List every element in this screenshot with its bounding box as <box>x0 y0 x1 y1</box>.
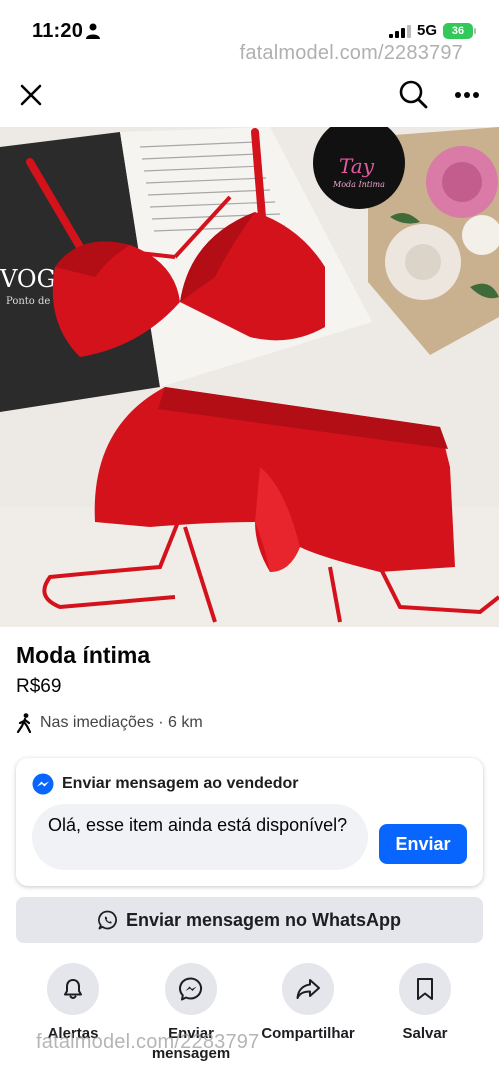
listing-location: Nas imediações · 6 km <box>16 713 203 733</box>
status-indicators: 5G 36 <box>388 22 476 39</box>
person-icon <box>86 23 100 39</box>
bell-icon <box>64 979 82 999</box>
send-button[interactable]: Enviar <box>379 824 467 864</box>
watermark-top: fatalmodel.com/2283797 <box>239 42 463 64</box>
product-photo[interactable]: VOGUE Ponto de Vista Tay Moda Íntima <box>0 127 499 627</box>
logo-name: Tay <box>339 154 375 178</box>
message-input[interactable]: Olá, esse item ainda está disponível? <box>32 804 368 870</box>
messenger-icon <box>32 773 54 795</box>
messenger-icon <box>178 977 203 1001</box>
whatsapp-icon <box>98 910 117 930</box>
status-bar: 11:20 5G 36 fatalmodel.com/2283797 <box>0 0 499 64</box>
listing-title: Moda íntima <box>16 642 151 668</box>
share-action[interactable]: Compartilhar <box>248 963 368 1044</box>
message-card-title: Enviar mensagem ao vendedor <box>62 775 299 792</box>
close-button[interactable] <box>16 80 46 110</box>
message-card-header: Enviar mensagem ao vendedor <box>32 773 299 795</box>
more-icon <box>455 92 479 98</box>
share-label: Compartilhar <box>261 1025 355 1042</box>
search-icon <box>399 80 428 109</box>
send-message-button[interactable] <box>165 963 217 1015</box>
save-action[interactable]: Salvar <box>365 963 485 1044</box>
whatsapp-button-label: Enviar mensagem no WhatsApp <box>125 909 402 930</box>
close-icon <box>20 84 42 106</box>
signal-icon <box>388 24 411 38</box>
network-label: 5G <box>416 22 437 39</box>
whatsapp-button[interactable]: Enviar mensagem no WhatsApp <box>16 897 483 943</box>
location-text: Nas imediações · 6 km <box>40 714 203 731</box>
logo-tagline: Moda Íntima <box>332 180 385 189</box>
message-seller-card: Enviar mensagem ao vendedor Olá, esse it… <box>16 758 483 886</box>
listing-price: R$69 <box>16 676 62 697</box>
alerts-button[interactable] <box>47 963 99 1015</box>
bookmark-icon <box>417 978 433 1000</box>
more-button[interactable] <box>451 80 483 110</box>
nav-bar <box>0 70 499 120</box>
watermark-bottom: fatalmodel.com/2283797 <box>36 1031 260 1053</box>
save-label: Salvar <box>402 1025 448 1042</box>
search-button[interactable] <box>397 78 429 110</box>
share-icon <box>296 979 320 999</box>
walking-person-icon <box>16 713 32 733</box>
product-photo-illustration: VOGUE Ponto de Vista Tay Moda Íntima <box>0 127 499 627</box>
battery-indicator: 36 <box>443 22 476 39</box>
save-button[interactable] <box>399 963 451 1015</box>
action-bar: Alertas Enviar mensagem Compartilhar Sal… <box>0 963 499 1073</box>
share-button[interactable] <box>282 963 334 1015</box>
status-time: 11:20 <box>32 20 84 42</box>
